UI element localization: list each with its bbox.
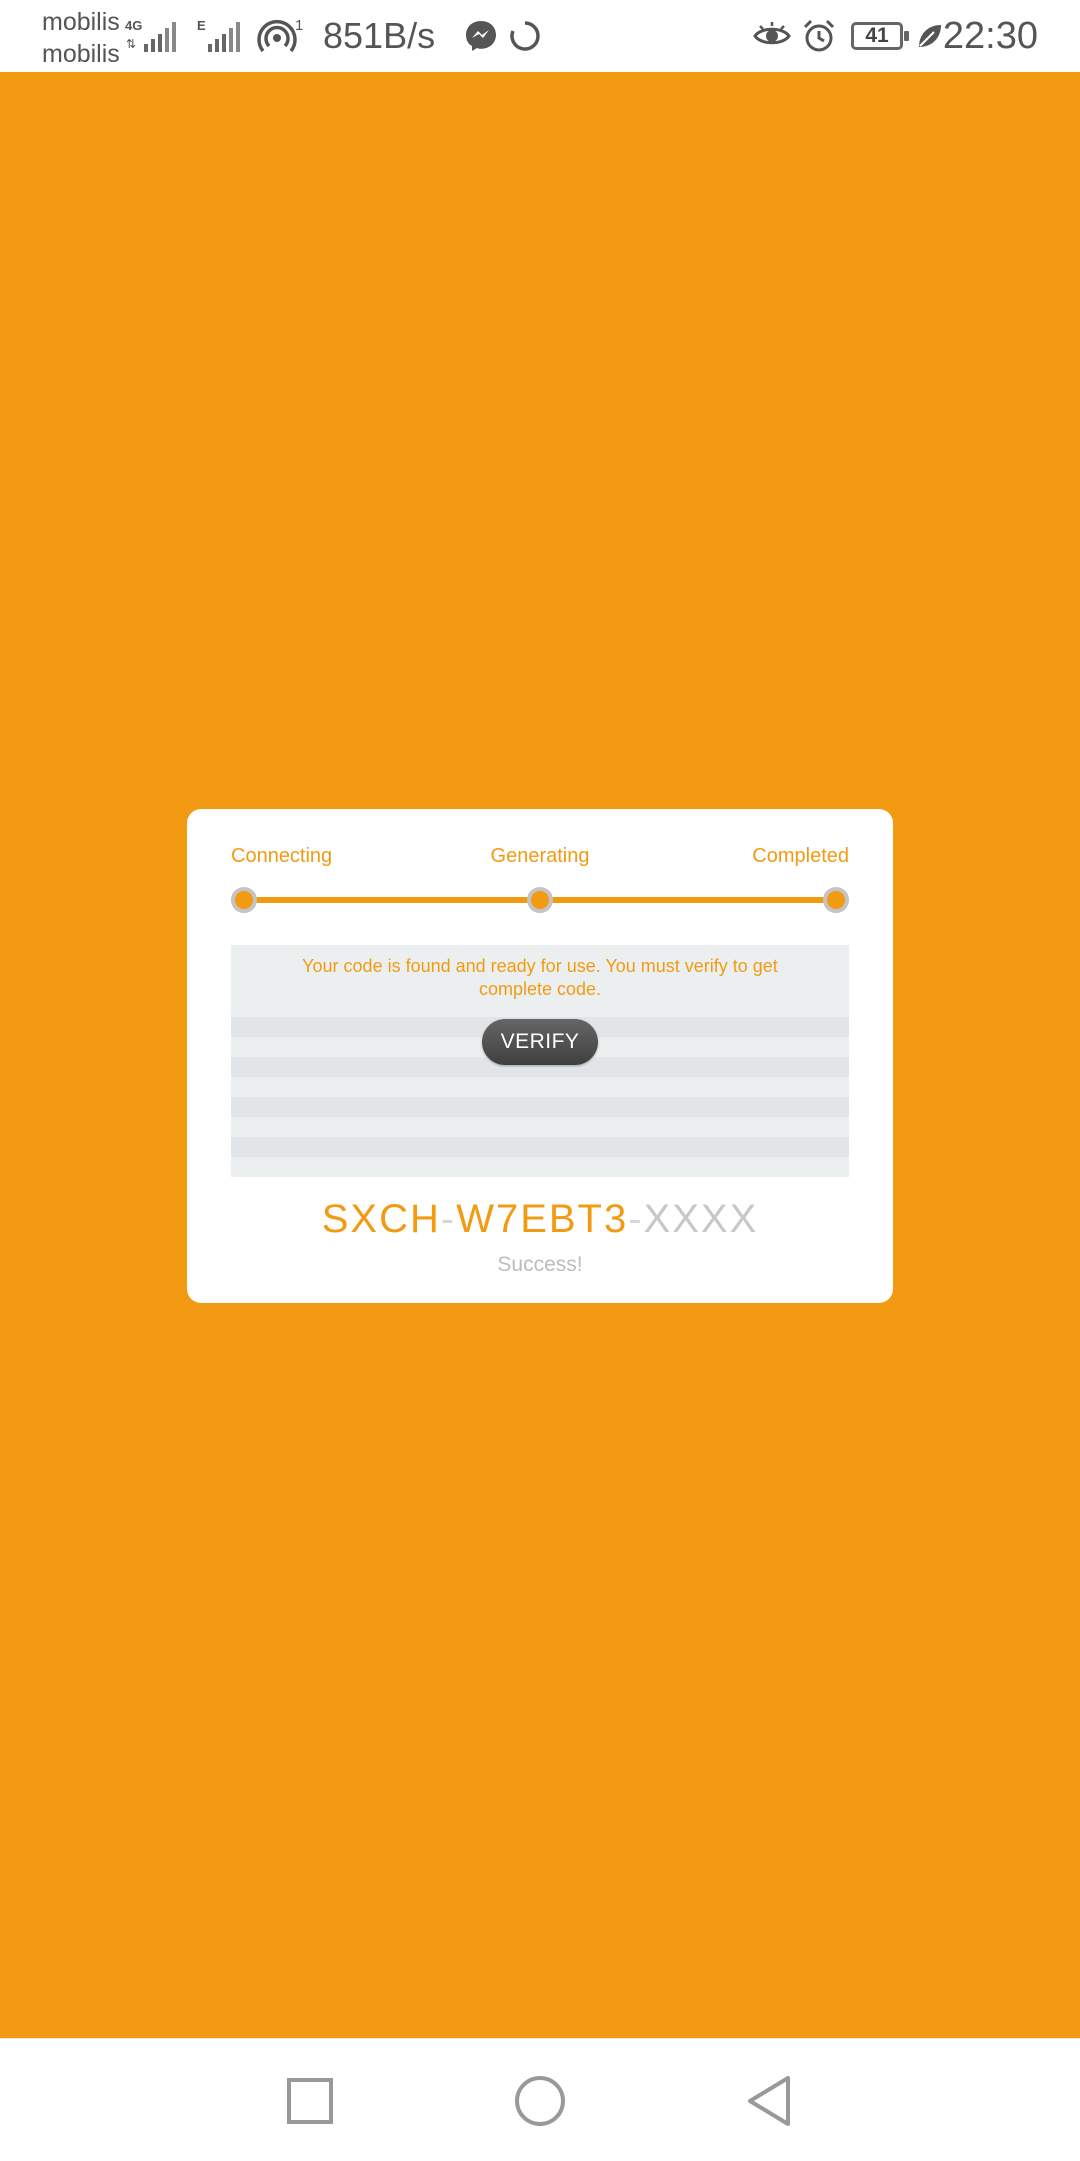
progress-dot-generating <box>527 887 553 913</box>
verify-message: Your code is found and ready for use. Yo… <box>302 956 778 999</box>
step-connecting: Connecting <box>231 845 333 867</box>
home-button[interactable] <box>512 2073 568 2129</box>
code-separator: - <box>440 1197 457 1241</box>
status-bar: mobilis mobilis 4G ⇅ E 1 851B/s 41 22:30 <box>0 0 1080 72</box>
sync-icon <box>510 21 540 51</box>
network-speed: 851B/s <box>323 15 436 56</box>
network-type-label: 4G <box>125 18 142 33</box>
carrier-name-1: mobilis <box>42 8 120 36</box>
panel-stripe <box>231 1097 849 1117</box>
progress-steps: Connecting Generating Completed <box>231 845 849 875</box>
code-middle: W7EBT3 <box>456 1197 629 1241</box>
step-completed: Completed <box>752 845 849 867</box>
code-separator: - <box>628 1197 644 1241</box>
code-mask: XXXX <box>643 1197 759 1241</box>
verify-panel: Your code is found and ready for use. Yo… <box>231 945 849 1177</box>
carrier-labels: mobilis mobilis <box>42 6 120 70</box>
triangle-back-icon <box>748 2076 790 2126</box>
generated-code: SXCH-W7EBT3-XXXX <box>187 1197 893 1242</box>
eye-icon <box>753 22 791 45</box>
messenger-icon <box>466 21 496 51</box>
status-text: Success! <box>497 1253 583 1276</box>
panel-stripe <box>231 1137 849 1157</box>
svg-text:⇅: ⇅ <box>126 37 136 51</box>
verify-button[interactable]: VERIFY <box>482 1019 598 1065</box>
main-background: Connecting Generating Completed Your cod… <box>0 72 1080 2038</box>
battery-icon: 41 <box>851 22 909 50</box>
hotspot-count: 1 <box>295 17 303 34</box>
navigation-bar <box>0 2038 1080 2161</box>
square-icon <box>287 2078 333 2124</box>
progress-dot-connecting <box>231 887 257 913</box>
leaf-icon <box>919 25 941 47</box>
back-button[interactable] <box>742 2073 798 2129</box>
carrier-name-2: mobilis <box>42 40 120 68</box>
network-type-label-2: E <box>197 18 206 33</box>
signal-icon: 4G ⇅ <box>125 18 176 52</box>
signal-icon: E <box>197 18 240 52</box>
step-generating: Generating <box>490 845 590 867</box>
code-card: Connecting Generating Completed Your cod… <box>187 809 893 1303</box>
circle-icon <box>515 2076 565 2126</box>
progress-dot-completed <box>823 887 849 913</box>
alarm-icon <box>803 19 835 52</box>
recents-button[interactable] <box>282 2073 338 2129</box>
code-prefix: SXCH <box>321 1197 441 1241</box>
hotspot-icon: 1 <box>257 17 303 53</box>
clock: 22:30 <box>942 14 1038 57</box>
